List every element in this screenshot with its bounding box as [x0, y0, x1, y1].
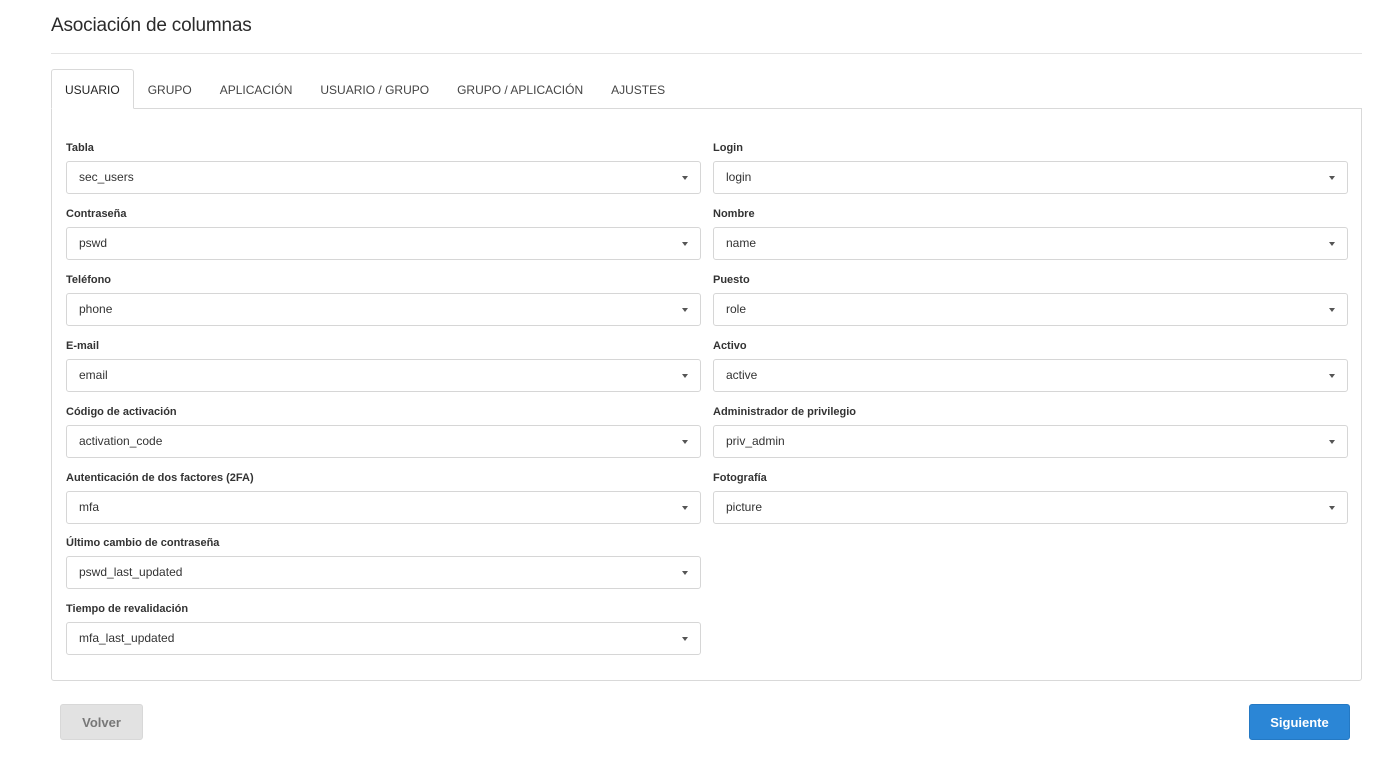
puesto-select[interactable]: role: [713, 293, 1348, 326]
field-fotografia: Fotografía picture: [713, 471, 1348, 524]
select-value: mfa_last_updated: [79, 631, 175, 645]
ultimo-cambio-select[interactable]: pswd_last_updated: [66, 556, 701, 589]
select-value: picture: [726, 500, 763, 514]
select-value: login: [726, 170, 752, 184]
tab-grupo[interactable]: GRUPO: [134, 69, 206, 109]
back-button[interactable]: Volver: [60, 704, 143, 740]
title-divider: [51, 53, 1362, 54]
nombre-select[interactable]: name: [713, 227, 1348, 260]
select-value: mfa: [79, 500, 100, 514]
caret-down-icon: [1329, 506, 1335, 510]
field-login: Login login: [713, 141, 1348, 194]
select-value: name: [726, 236, 757, 250]
select-value: pswd: [79, 236, 108, 250]
field-label: Puesto: [713, 274, 750, 286]
field-label: Teléfono: [66, 274, 112, 286]
select-value: priv_admin: [726, 434, 785, 448]
page-title: Asociación de columnas: [51, 15, 252, 36]
tab-grupo-aplicacion[interactable]: GRUPO / APLICACIÓN: [443, 69, 597, 109]
field-codigo-activacion: Código de activación activation_code: [66, 405, 701, 458]
field-label: Autenticación de dos factores (2FA): [66, 472, 254, 484]
caret-down-icon: [682, 176, 688, 180]
field-label: Contraseña: [66, 208, 127, 220]
caret-down-icon: [1329, 176, 1335, 180]
select-value: active: [726, 368, 758, 382]
fotografia-select[interactable]: picture: [713, 491, 1348, 524]
field-label: Activo: [713, 340, 747, 352]
codigo-activacion-select[interactable]: activation_code: [66, 425, 701, 458]
contrasena-select[interactable]: pswd: [66, 227, 701, 260]
revalidacion-select[interactable]: mfa_last_updated: [66, 622, 701, 655]
select-value: sec_users: [79, 170, 134, 184]
tab-ajustes[interactable]: AJUSTES: [597, 69, 679, 109]
telefono-select[interactable]: phone: [66, 293, 701, 326]
select-value: activation_code: [79, 434, 163, 448]
field-activo: Activo active: [713, 339, 1348, 392]
caret-down-icon: [1329, 440, 1335, 444]
select-value: pswd_last_updated: [79, 565, 183, 579]
field-contrasena: Contraseña pswd: [66, 207, 701, 260]
caret-down-icon: [682, 242, 688, 246]
email-select[interactable]: email: [66, 359, 701, 392]
field-label: Fotografía: [713, 472, 767, 484]
login-select[interactable]: login: [713, 161, 1348, 194]
caret-down-icon: [1329, 308, 1335, 312]
activo-select[interactable]: active: [713, 359, 1348, 392]
field-label: Login: [713, 142, 743, 154]
caret-down-icon: [682, 637, 688, 641]
field-label: Tabla: [66, 142, 94, 154]
field-label: E-mail: [66, 340, 100, 352]
field-nombre: Nombre name: [713, 207, 1348, 260]
tab-bar: USUARIO GRUPO APLICACIÓN USUARIO / GRUPO…: [51, 69, 1362, 109]
caret-down-icon: [682, 374, 688, 378]
caret-down-icon: [682, 308, 688, 312]
tabla-select[interactable]: sec_users: [66, 161, 701, 194]
tab-aplicacion[interactable]: APLICACIÓN: [206, 69, 307, 109]
field-mfa: Autenticación de dos factores (2FA) mfa: [66, 471, 701, 524]
caret-down-icon: [1329, 374, 1335, 378]
select-value: role: [726, 302, 747, 316]
tab-usuario[interactable]: USUARIO: [51, 69, 134, 109]
caret-down-icon: [1329, 242, 1335, 246]
select-value: email: [79, 368, 108, 382]
field-label: Tiempo de revalidación: [66, 603, 189, 615]
caret-down-icon: [682, 506, 688, 510]
field-label: Administrador de privilegio: [713, 406, 857, 418]
admin-privilegio-select[interactable]: priv_admin: [713, 425, 1348, 458]
field-email: E-mail email: [66, 339, 701, 392]
field-label: Nombre: [713, 208, 755, 220]
caret-down-icon: [682, 440, 688, 444]
field-label: Último cambio de contraseña: [66, 537, 220, 549]
tab-panel-usuario: Tabla sec_users Contraseña pswd Teléfono…: [51, 108, 1362, 681]
tab-usuario-grupo[interactable]: USUARIO / GRUPO: [306, 69, 443, 109]
next-button[interactable]: Siguiente: [1249, 704, 1350, 740]
field-tabla: Tabla sec_users: [66, 141, 701, 194]
field-puesto: Puesto role: [713, 273, 1348, 326]
mfa-select[interactable]: mfa: [66, 491, 701, 524]
field-telefono: Teléfono phone: [66, 273, 701, 326]
field-admin-privilegio: Administrador de privilegio priv_admin: [713, 405, 1348, 458]
field-label: Código de activación: [66, 406, 177, 418]
select-value: phone: [79, 302, 113, 316]
caret-down-icon: [682, 571, 688, 575]
field-ultimo-cambio: Último cambio de contraseña pswd_last_up…: [66, 536, 701, 589]
field-revalidacion: Tiempo de revalidación mfa_last_updated: [66, 602, 701, 655]
